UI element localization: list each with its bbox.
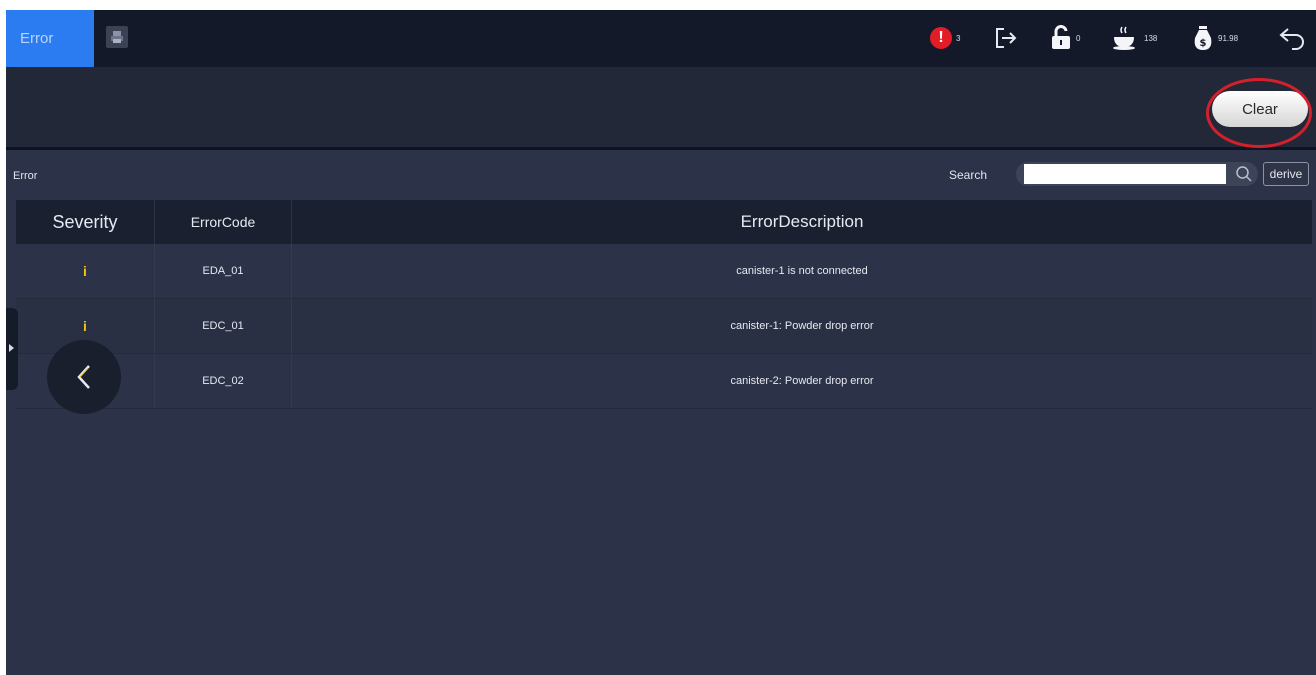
alert-count: 3: [956, 33, 961, 43]
search-box: [1016, 162, 1258, 186]
printer-icon[interactable]: [106, 26, 128, 48]
money-status[interactable]: $ 91.98: [1192, 22, 1238, 54]
svg-text:$: $: [1200, 38, 1207, 49]
logout-icon: [996, 28, 1017, 48]
toolbar: Clear: [6, 67, 1316, 150]
error-table: Severity ErrorCode ErrorDescription i ED…: [16, 200, 1312, 409]
error-description-cell: canister-2: Powder drop error: [730, 375, 874, 387]
table-body: i EDA_01 canister-1 is not connected i E…: [16, 244, 1312, 409]
money-bag-icon: $: [1194, 26, 1212, 50]
floating-back-button[interactable]: [47, 340, 121, 414]
chevron-left-icon: [77, 365, 90, 389]
table-row[interactable]: EDC_02 canister-2: Powder drop error: [16, 354, 1312, 409]
app-screen: Error ! 3 0 138 $ 91.98 Clear Error Sear…: [6, 10, 1316, 675]
logout-button[interactable]: [994, 22, 1018, 54]
coffee-cup-icon: [1113, 26, 1135, 50]
lock-status[interactable]: 0: [1050, 22, 1080, 54]
side-drawer-handle[interactable]: [6, 308, 18, 390]
clear-button[interactable]: Clear: [1212, 91, 1308, 127]
top-bar: Error ! 3 0 138 $ 91.98: [6, 10, 1316, 67]
search-label: Search: [949, 168, 988, 182]
money-value: 91.98: [1218, 33, 1239, 43]
severity-cell: i: [16, 244, 155, 298]
unlock-icon: [1052, 25, 1070, 49]
info-icon: i: [83, 263, 87, 279]
section-title: Error: [13, 170, 38, 182]
column-header-severity[interactable]: Severity: [16, 200, 155, 244]
table-row[interactable]: i EDA_01 canister-1 is not connected: [16, 244, 1312, 299]
info-icon: i: [83, 318, 87, 334]
lock-value: 0: [1076, 33, 1081, 43]
alert-status[interactable]: ! 3: [930, 22, 960, 54]
search-icon[interactable]: [1235, 165, 1253, 183]
derive-button[interactable]: derive: [1263, 162, 1309, 186]
back-nav-button[interactable]: [1278, 22, 1308, 54]
cup-value: 138: [1144, 33, 1158, 43]
alert-icon: !: [930, 27, 952, 49]
table-row[interactable]: i EDC_01 canister-1: Powder drop error: [16, 299, 1312, 354]
error-code-cell: EDC_01: [155, 299, 292, 353]
tab-error[interactable]: Error: [6, 10, 94, 67]
error-description-cell: canister-1 is not connected: [736, 265, 868, 277]
undo-arrow-icon: [1279, 28, 1304, 50]
search-input[interactable]: [1024, 164, 1226, 184]
error-description-cell: canister-1: Powder drop error: [730, 320, 874, 332]
cup-status[interactable]: 138: [1112, 22, 1157, 54]
column-header-errorcode[interactable]: ErrorCode: [155, 200, 292, 244]
table-header: Severity ErrorCode ErrorDescription: [16, 200, 1312, 244]
error-code-cell: EDA_01: [155, 244, 292, 298]
error-code-cell: EDC_02: [155, 354, 292, 408]
column-header-errordescription[interactable]: ErrorDescription: [292, 200, 1312, 244]
expand-arrow-icon: [9, 344, 14, 352]
tab-error-label: Error: [20, 30, 54, 47]
